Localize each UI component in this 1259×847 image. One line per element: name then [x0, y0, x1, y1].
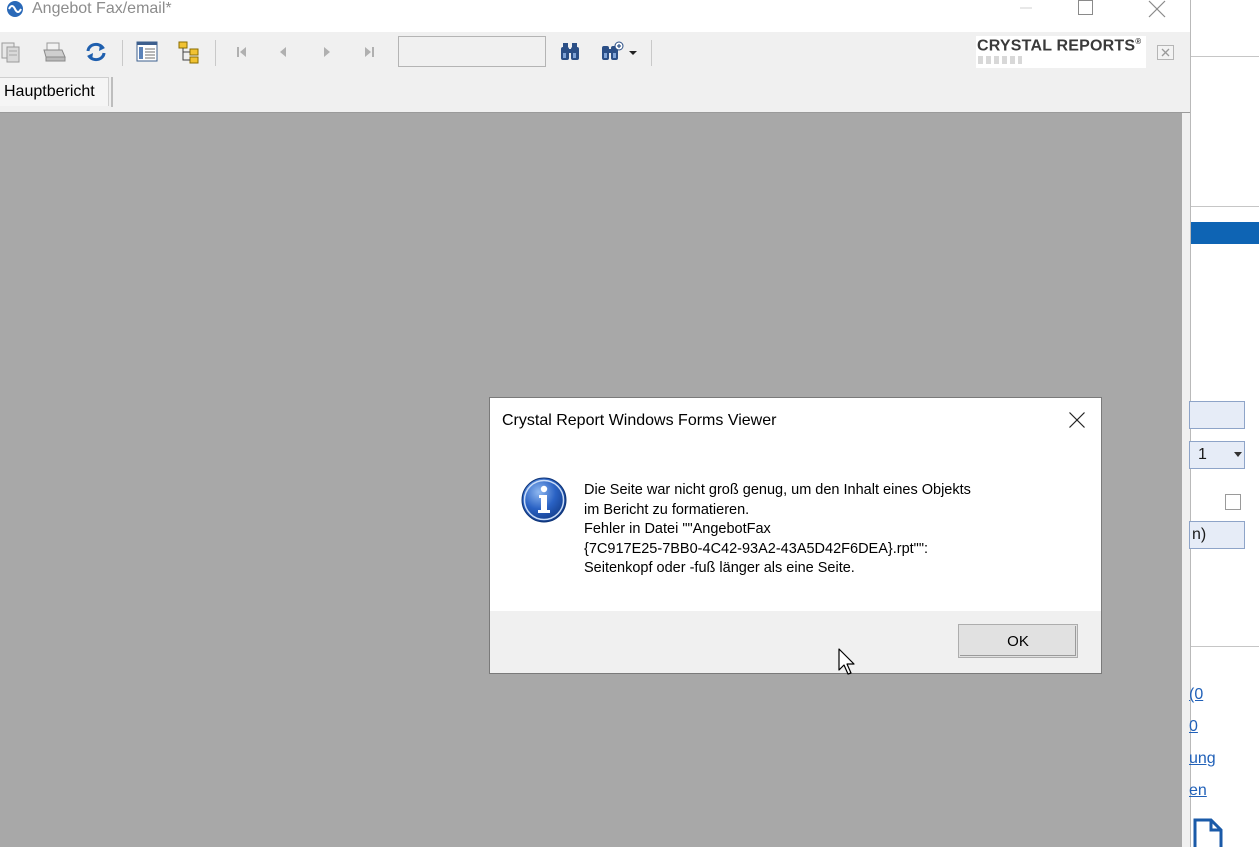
previous-page-button[interactable] [269, 37, 299, 67]
field-value: n) [1192, 526, 1207, 543]
ok-button[interactable]: OK [958, 624, 1078, 658]
viewer-toolbar: CRYSTAL REPORTS® [0, 32, 1190, 74]
dialog-message: Die Seite war nicht groß genug, um den I… [584, 482, 971, 576]
screen: Angebot Fax/email* CRYSTAL REPORTS® Haup… [0, 0, 1259, 847]
scrollbar-edge [1182, 113, 1190, 847]
zoom-dropdown-button[interactable] [596, 37, 642, 67]
zoom-icon [602, 41, 637, 60]
first-page-button[interactable] [227, 37, 257, 67]
last-page-button[interactable] [354, 37, 384, 67]
export-icon [1, 42, 20, 63]
background-field-2[interactable]: n) [1189, 521, 1245, 549]
close-tab-icon[interactable] [1157, 45, 1174, 60]
error-dialog: Crystal Report Windows Forms Viewer Die … [489, 397, 1102, 674]
previous-page-icon [280, 47, 286, 57]
section-header-bar [1191, 222, 1259, 244]
close-icon [1069, 412, 1085, 428]
refresh-icon [86, 42, 106, 62]
binoculars-icon [561, 43, 579, 60]
background-checkbox[interactable] [1225, 494, 1241, 510]
go-to-page-input[interactable] [398, 36, 546, 67]
toolbar-separator [122, 40, 123, 66]
print-button[interactable] [38, 37, 68, 67]
crystal-reports-logo: CRYSTAL REPORTS® [976, 36, 1146, 68]
information-icon [521, 477, 567, 523]
toggle-group-tree-button[interactable] [132, 37, 162, 67]
divider [1191, 56, 1259, 57]
background-select[interactable]: 1 [1189, 441, 1245, 469]
title-bar: Angebot Fax/email* [0, 0, 1190, 32]
chevron-down-icon [1234, 452, 1242, 457]
refresh-button[interactable] [81, 37, 111, 67]
dialog-title: Crystal Report Windows Forms Viewer [502, 412, 777, 429]
minimize-button[interactable] [1003, 0, 1049, 20]
first-page-icon [237, 47, 246, 57]
crystal-reports-app-icon [7, 1, 23, 17]
window-title: Angebot Fax/email* [32, 0, 172, 17]
select-value: 1 [1198, 446, 1207, 463]
printer-icon [43, 42, 66, 62]
document-icon [1193, 818, 1223, 847]
tree-icon [178, 41, 199, 64]
background-link[interactable]: en [1189, 782, 1207, 800]
background-text-field[interactable] [1189, 401, 1245, 429]
background-app-panel: 1 n) (0 0 ung en [1189, 0, 1259, 847]
maximize-icon [1078, 0, 1093, 15]
chevron-down-icon [629, 51, 637, 55]
panel-icon [136, 41, 158, 62]
minimize-icon [1020, 7, 1032, 9]
maximize-button[interactable] [1062, 0, 1108, 20]
export-button[interactable] [0, 37, 26, 67]
background-link[interactable]: 0 [1189, 718, 1198, 736]
logo-text: CRYSTAL REPORTS® [977, 37, 1142, 55]
logo-subtitle [978, 56, 1022, 64]
next-page-icon [324, 47, 330, 57]
window-close-button[interactable] [1133, 0, 1179, 20]
find-text-button[interactable] [555, 37, 585, 67]
tab-divider [111, 77, 113, 107]
toolbar-separator [215, 40, 216, 66]
dialog-close-button[interactable] [1054, 399, 1100, 441]
divider [1191, 646, 1259, 647]
dialog-button-bar: OK [490, 611, 1101, 673]
next-page-button[interactable] [312, 37, 342, 67]
registered-mark: ® [1135, 37, 1142, 46]
toggle-parameter-panel-button[interactable] [174, 37, 204, 67]
close-icon [1148, 0, 1166, 18]
divider [1191, 206, 1259, 207]
report-tab-strip: Hauptbericht [0, 74, 1190, 113]
background-link[interactable]: (0 [1189, 686, 1203, 704]
tab-main-report[interactable]: Hauptbericht [0, 77, 109, 106]
toolbar-separator [651, 40, 652, 66]
background-link[interactable]: ung [1189, 750, 1216, 768]
last-page-icon [365, 47, 374, 57]
mouse-cursor-icon [838, 648, 855, 675]
